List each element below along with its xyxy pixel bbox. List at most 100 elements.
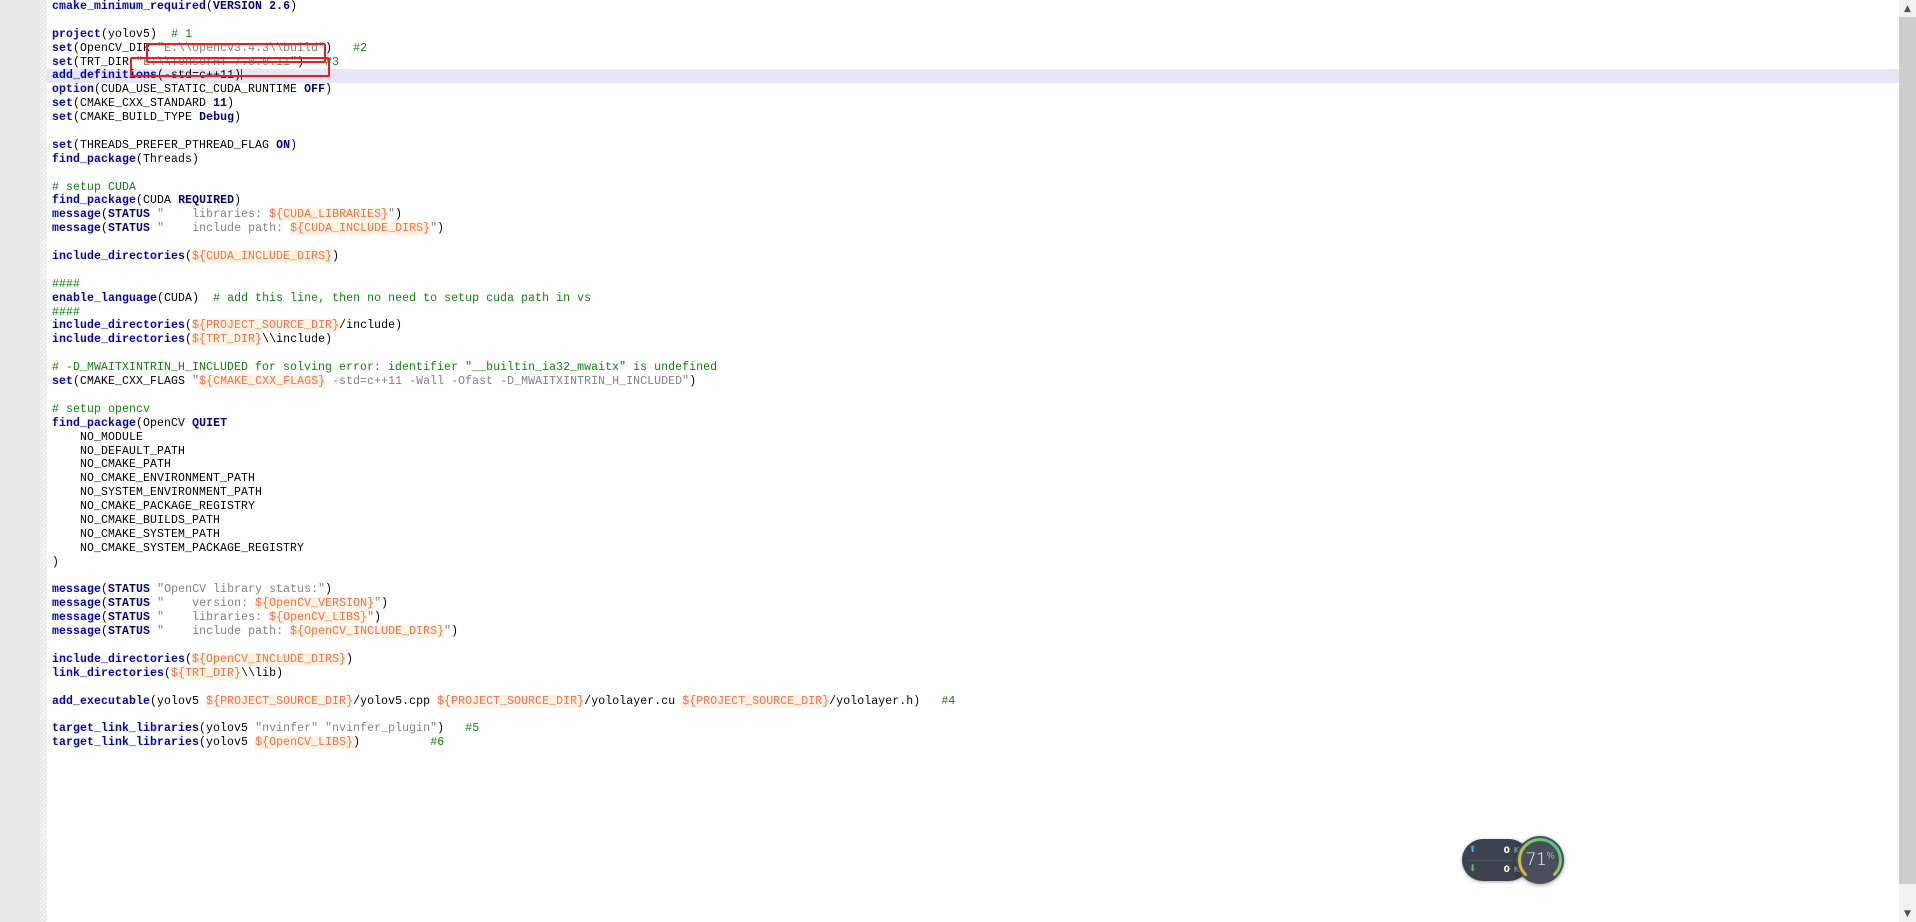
code-line[interactable]: 19include_directories(${CUDA_INCLUDE_DIR… [19,250,1916,264]
code-line[interactable]: 9set(CMAKE_BUILD_TYPE Debug) [26,111,1916,125]
code-content-area[interactable]: 1cmake_minimum_required(VERSION 2.6)23pr… [19,0,1916,922]
code-line-text: # -D_MWAITXINTRIN_H_INCLUDED for solving… [52,361,718,375]
code-line-text: target_link_libraries(yolov5 ${OpenCV_LI… [52,736,445,750]
code-line-text: NO_CMAKE_PATH [80,458,172,472]
code-line-text: NO_DEFAULT_PATH [80,444,186,458]
code-line[interactable]: 38 NO_CMAKE_BUILDS_PATH [19,514,1916,528]
code-line[interactable]: 13 [19,167,1916,181]
code-line[interactable]: 48include_directories(${OpenCV_INCLUDE_D… [19,652,1916,667]
code-line[interactable]: 31find_package(OpenCV QUIET [19,417,1916,431]
code-line-text: enable_language(CUDA) # add this line, t… [52,291,592,305]
code-line[interactable]: 32 NO_MODULE [19,430,1916,445]
code-line[interactable]: 29 [19,389,1916,403]
code-line[interactable]: 25include_directories(${TRT_DIR}\\includ… [19,333,1916,347]
code-line-text: NO_SYSTEM_ENVIRONMENT_PATH [80,486,263,500]
code-line[interactable]: 8set(CMAKE_CXX_STANDARD 11) [26,97,1916,111]
code-line-text: set(OpenCV_DIR "E:\\opencv3.4.3\\build")… [52,41,368,55]
code-line[interactable]: 11set(THREADS_PREFER_PTHREAD_FLAG ON) [19,138,1916,153]
vertical-scrollbar[interactable]: ▲ ▼ [1899,0,1916,922]
code-line[interactable]: 18 [19,236,1916,250]
code-line[interactable]: 10 [19,125,1916,139]
code-line[interactable]: 33 NO_DEFAULT_PATH [19,444,1916,459]
code-line[interactable]: 3project(yolov5) # 1 [26,27,1916,42]
code-line[interactable]: 45message(STATUS " libraries: ${OpenCV_L… [19,611,1916,625]
code-line-text: project(yolov5) # 1 [52,27,193,41]
code-line[interactable]: 28set(CMAKE_CXX_FLAGS "${CMAKE_CXX_FLAGS… [19,375,1916,389]
code-line[interactable]: 37 NO_CMAKE_PACKAGE_REGISTRY [19,500,1916,514]
code-line[interactable]: 14# setup CUDA [19,180,1916,195]
code-line[interactable]: 47 [19,639,1916,653]
gutter-fold-stripe [40,0,47,922]
code-line[interactable]: 30# setup opencv [19,402,1916,417]
code-line-text: option(CUDA_USE_STATIC_CUDA_RUNTIME OFF) [52,83,333,97]
code-line[interactable]: 17message(STATUS " include path: ${CUDA_… [19,222,1916,236]
code-line-text: # setup CUDA [52,180,137,194]
code-editor[interactable]: 1cmake_minimum_required(VERSION 2.6)23pr… [0,0,1916,922]
text-caret [240,69,242,81]
arrow-up-icon: ⬆ [1468,845,1477,855]
code-line[interactable]: 40 NO_CMAKE_SYSTEM_PACKAGE_REGISTRY [19,541,1916,556]
code-line[interactable]: 21#### [19,278,1916,292]
scroll-up-icon[interactable]: ▲ [1899,0,1916,17]
code-line[interactable]: 4set(OpenCV_DIR "E:\\opencv3.4.3\\build"… [26,41,1916,56]
code-line-text: set(TRT_DIR "E:\\TensorRT-7.0.0.11") #3 [52,55,340,69]
scrollbar-thumb[interactable] [1899,17,1916,884]
code-line[interactable]: 2 [26,14,1916,28]
code-line-text: include_directories(${TRT_DIR}\\include) [52,333,333,347]
code-line[interactable]: 6add_definitions(-std=c++11) [26,69,1916,84]
code-line[interactable]: 41) [19,555,1916,570]
code-line-text: NO_CMAKE_SYSTEM_PACKAGE_REGISTRY [80,541,305,555]
code-line[interactable]: 7option(CUDA_USE_STATIC_CUDA_RUNTIME OFF… [26,83,1916,97]
download-speed-value: 0 [1503,864,1510,875]
code-line[interactable]: 39 NO_CMAKE_SYSTEM_PATH [19,528,1916,542]
code-line[interactable]: 42 [19,570,1916,584]
line-number-gutter [0,0,40,922]
code-line[interactable]: 22enable_language(CUDA) # add this line,… [19,291,1916,306]
code-line[interactable]: 43message(STATUS "OpenCV library status:… [19,583,1916,597]
code-line[interactable]: 52 [19,708,1916,722]
code-line-text: find_package(Threads) [52,152,200,166]
cpu-usage-dial[interactable]: 71% [1516,836,1564,884]
code-line[interactable]: 34 NO_CMAKE_PATH [19,458,1916,472]
code-line-text: find_package(CUDA REQUIRED) [52,194,242,208]
code-line-text: message(STATUS "OpenCV library status:") [52,583,333,597]
code-line-text: cmake_minimum_required(VERSION 2.6) [52,0,298,13]
code-line[interactable]: 49link_directories(${TRT_DIR}\\lib) [19,666,1916,681]
code-line[interactable]: 15find_package(CUDA REQUIRED) [19,194,1916,208]
code-line-text: target_link_libraries(yolov5 "nvinfer" "… [52,722,480,736]
code-line-text: include_directories(${CUDA_INCLUDE_DIRS}… [52,250,340,264]
code-line[interactable]: 27# -D_MWAITXINTRIN_H_INCLUDED for solvi… [19,361,1916,375]
code-line[interactable]: 35 NO_CMAKE_ENVIRONMENT_PATH [19,472,1916,486]
code-line-text: NO_CMAKE_PACKAGE_REGISTRY [80,500,256,514]
scroll-down-icon[interactable]: ▼ [1899,905,1916,922]
system-monitor-widget[interactable]: ⬆ 0 K/s ⬇ 0 K/s [1462,836,1564,884]
code-line[interactable]: 36 NO_SYSTEM_ENVIRONMENT_PATH [19,486,1916,500]
code-line-text: message(STATUS " include path: ${OpenCV_… [52,625,459,639]
code-line[interactable]: 20 [19,264,1916,278]
code-line-text: link_directories(${TRT_DIR}\\lib) [52,666,284,680]
code-line[interactable]: 44message(STATUS " version: ${OpenCV_VER… [19,597,1916,611]
code-line-text: set(THREADS_PREFER_PTHREAD_FLAG ON) [52,138,298,152]
code-line[interactable]: 24include_directories(${PROJECT_SOURCE_D… [19,319,1916,333]
code-line-text: set(CMAKE_BUILD_TYPE Debug) [52,111,242,125]
code-line-text: set(CMAKE_CXX_STANDARD 11) [52,97,235,111]
code-line[interactable]: 51add_executable(yolov5 ${PROJECT_SOURCE… [19,694,1916,709]
code-line[interactable]: 23#### [19,306,1916,320]
code-line[interactable]: 5set(TRT_DIR "E:\\TensorRT-7.0.0.11") #3 [26,55,1916,70]
code-line[interactable]: 46message(STATUS " include path: ${OpenC… [19,625,1916,639]
code-line[interactable]: 1cmake_minimum_required(VERSION 2.6) [26,0,1916,14]
code-line-text: set(CMAKE_CXX_FLAGS "${CMAKE_CXX_FLAGS} … [52,375,697,389]
code-line[interactable]: 50 [19,681,1916,695]
code-line[interactable]: 12find_package(Threads) [19,152,1916,167]
code-line-text: message(STATUS " version: ${OpenCV_VERSI… [52,597,389,611]
code-line[interactable]: 53target_link_libraries(yolov5 "nvinfer"… [19,722,1916,736]
code-line[interactable]: 26 [19,347,1916,361]
cpu-usage-unit: % [1546,851,1555,862]
upload-speed-value: 0 [1503,845,1510,856]
code-line-text: # setup opencv [52,402,151,416]
cpu-usage-value: 71% [1525,850,1555,870]
code-line-text: ) [52,555,60,569]
code-line-text: NO_MODULE [80,430,144,444]
code-line[interactable]: 54target_link_libraries(yolov5 ${OpenCV_… [19,736,1916,750]
code-line[interactable]: 16message(STATUS " libraries: ${CUDA_LIB… [19,208,1916,222]
